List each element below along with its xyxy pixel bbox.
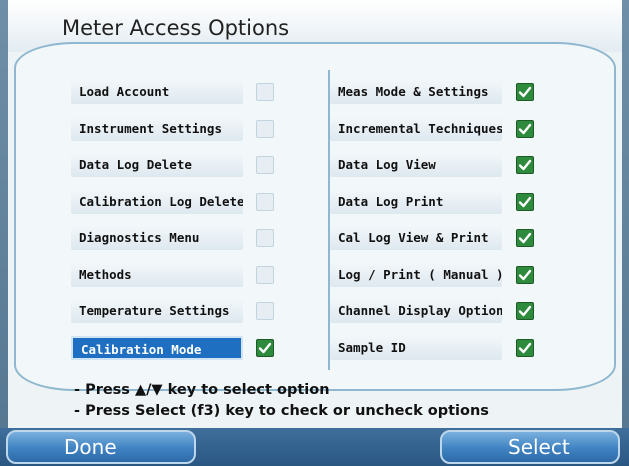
- right-option-label[interactable]: Data Log Print: [330, 189, 502, 214]
- left-option-label[interactable]: Load Account: [71, 80, 243, 104]
- right-option-label[interactable]: Channel Display Option: [330, 299, 502, 323]
- done-button[interactable]: Done: [6, 430, 196, 464]
- checked-checkbox-icon[interactable]: [516, 192, 534, 211]
- right-option-label[interactable]: Log / Print ( Manual ): [330, 262, 502, 287]
- left-option-row[interactable]: Methods: [71, 262, 274, 287]
- checked-checkbox-icon[interactable]: [516, 302, 534, 320]
- right-option-row[interactable]: Cal Log View & Print: [330, 226, 534, 250]
- checked-checkbox-icon[interactable]: [516, 265, 534, 284]
- help-line-select: - Press Select (f3) key to check or unch…: [74, 403, 489, 419]
- right-option-label[interactable]: Incremental Techniques: [330, 116, 502, 141]
- unchecked-checkbox-icon[interactable]: [256, 83, 274, 101]
- right-option-row[interactable]: Sample ID: [330, 335, 534, 360]
- checked-checkbox-icon[interactable]: [516, 83, 534, 101]
- checked-checkbox-icon[interactable]: [516, 156, 534, 174]
- right-option-label[interactable]: Cal Log View & Print: [330, 226, 502, 250]
- left-option-row[interactable]: Instrument Settings: [71, 116, 274, 141]
- right-option-label[interactable]: Sample ID: [330, 335, 502, 360]
- help-text: - Press ▲/▼ key to select option - Press…: [74, 380, 489, 422]
- left-option-row[interactable]: Load Account: [71, 80, 274, 104]
- left-option-label[interactable]: Temperature Settings: [71, 299, 243, 323]
- checked-checkbox-icon[interactable]: [256, 338, 274, 357]
- left-option-label[interactable]: Diagnostics Menu: [71, 226, 243, 250]
- screen: Meter Access Options Load Account Instrum…: [0, 0, 629, 466]
- left-option-row[interactable]: Data Log Delete: [71, 153, 274, 177]
- left-option-label[interactable]: Data Log Delete: [71, 153, 243, 177]
- right-option-row[interactable]: Data Log Print: [330, 189, 534, 214]
- right-option-row[interactable]: Log / Print ( Manual ): [330, 262, 534, 287]
- column-divider: [328, 70, 330, 370]
- unchecked-checkbox-icon[interactable]: [256, 229, 274, 247]
- left-option-label[interactable]: Calibration Log Delete: [71, 189, 243, 214]
- left-option-row[interactable]: Calibration Log Delete: [71, 189, 274, 214]
- left-option-row[interactable]: Temperature Settings: [71, 299, 274, 323]
- checked-checkbox-icon[interactable]: [516, 338, 534, 357]
- left-option-label[interactable]: Calibration Mode: [71, 335, 243, 360]
- right-option-row[interactable]: Incremental Techniques: [330, 116, 534, 141]
- right-option-row[interactable]: Data Log View: [330, 153, 534, 177]
- select-button[interactable]: Select: [440, 430, 620, 464]
- checked-checkbox-icon[interactable]: [516, 119, 534, 138]
- left-option-label[interactable]: Methods: [71, 262, 243, 287]
- unchecked-checkbox-icon[interactable]: [256, 119, 274, 138]
- checked-checkbox-icon[interactable]: [516, 229, 534, 247]
- unchecked-checkbox-icon[interactable]: [256, 302, 274, 320]
- left-option-row[interactable]: Diagnostics Menu: [71, 226, 274, 250]
- help-line-navigate: - Press ▲/▼ key to select option: [74, 382, 330, 398]
- left-option-row[interactable]: Calibration Mode: [71, 335, 274, 360]
- unchecked-checkbox-icon[interactable]: [256, 192, 274, 211]
- right-option-label[interactable]: Meas Mode & Settings: [330, 80, 502, 104]
- left-option-label[interactable]: Instrument Settings: [71, 116, 243, 141]
- unchecked-checkbox-icon[interactable]: [256, 156, 274, 174]
- dialog-panel: Meter Access Options Load Account Instrum…: [8, 0, 622, 466]
- unchecked-checkbox-icon[interactable]: [256, 265, 274, 284]
- right-option-row[interactable]: Meas Mode & Settings: [330, 80, 534, 104]
- right-option-label[interactable]: Data Log View: [330, 153, 502, 177]
- right-option-row[interactable]: Channel Display Option: [330, 299, 534, 323]
- page-title: Meter Access Options: [62, 16, 290, 40]
